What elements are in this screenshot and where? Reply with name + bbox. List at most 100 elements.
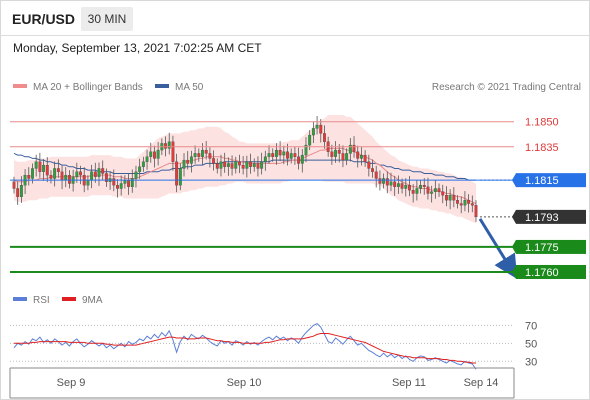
candle-body [167, 141, 171, 149]
candle-body [12, 181, 16, 189]
candle-body [260, 161, 264, 169]
candle-body [470, 203, 474, 206]
price-plot [12, 115, 518, 280]
candle-body [404, 185, 408, 189]
x-tick-label-3: Sep 14 [464, 377, 499, 389]
candle-body [286, 151, 289, 159]
candle-body [16, 188, 20, 197]
candle-body [67, 174, 71, 184]
candle-body [382, 178, 386, 184]
candle-body [123, 179, 127, 184]
candle-body [371, 168, 374, 172]
candle-body [175, 161, 179, 186]
level-label-1.1850: 1.1850 [525, 117, 559, 129]
ma20-legend-swatch [13, 84, 27, 88]
rsi-line [13, 322, 477, 370]
candle-body [42, 164, 46, 172]
candle-body [426, 186, 430, 194]
candle-body [415, 188, 419, 194]
candle-body [330, 151, 334, 157]
candle-body [226, 163, 230, 167]
candle-body [430, 191, 434, 194]
level-label-pointer-1.1815 [512, 173, 516, 188]
rsi-legend-swatch [13, 297, 27, 301]
x-axis: Sep 9 Sep 10 Sep 11 Sep 14 [9, 367, 515, 399]
ma20-legend-label: MA 20 + Bollinger Bands [33, 82, 143, 93]
level-label-1.1775: 1.1775 [525, 242, 559, 254]
candle-body [193, 153, 197, 157]
level-label-pointer-1.1760 [512, 264, 516, 279]
rsi-legend: RSI 9MA [13, 295, 103, 306]
candle-body [19, 185, 23, 197]
candle-body [300, 154, 304, 164]
candle-body [444, 195, 448, 201]
candle-body [408, 185, 411, 191]
candle-body [212, 158, 216, 164]
candle-body [45, 164, 49, 176]
candle-body [101, 168, 105, 174]
candle-body [252, 163, 256, 167]
candle-body [419, 185, 423, 189]
candle-body [171, 141, 175, 162]
candle-body [274, 149, 278, 157]
x-tick-label-0: Sep 9 [57, 377, 86, 389]
candle-body [178, 168, 182, 186]
candle-body [116, 185, 119, 189]
candle-body [204, 149, 208, 154]
candle-body [238, 161, 241, 166]
candle-body [64, 174, 68, 181]
candle-body [267, 153, 271, 157]
candle-body [249, 161, 252, 167]
ma50-legend-label: MA 50 [175, 82, 204, 93]
candle-body [396, 183, 400, 187]
candle-body [256, 163, 260, 169]
candle-body [201, 149, 204, 157]
candle-body [363, 154, 367, 162]
candle-body [134, 171, 138, 179]
candle-body [411, 190, 415, 194]
x-tick-label-1: Sep 10 [227, 377, 262, 389]
level-label-1.1835: 1.1835 [525, 142, 559, 154]
candle-body [49, 174, 53, 179]
candle-body [359, 154, 363, 159]
rsi-tick-label-30: 30 [525, 356, 537, 368]
candle-body [119, 183, 123, 189]
forecast-arrow [478, 218, 518, 280]
candle-body [393, 181, 397, 187]
rsi-ma-legend-swatch [62, 297, 76, 301]
candle-body [271, 153, 275, 157]
candle-body [75, 171, 79, 177]
copyright-text: Research © 2021 Trading Central [432, 82, 581, 93]
level-label-pointer-1.1775 [512, 239, 516, 254]
level-label-1.1760: 1.1760 [525, 267, 559, 279]
rsi-legend-label: RSI [33, 295, 50, 306]
candle-body [319, 124, 323, 134]
candle-body [197, 153, 201, 157]
candle-body [31, 168, 34, 179]
candle-body [156, 149, 160, 159]
candle-body [145, 156, 149, 162]
candle-body [448, 195, 452, 201]
candle-body [374, 171, 378, 179]
candle-body [97, 168, 101, 177]
candle-body [138, 166, 142, 172]
candle-body [219, 161, 223, 169]
candle-body [79, 171, 82, 176]
candle-body [345, 153, 349, 161]
candle-body [182, 159, 186, 169]
candle-body [278, 149, 282, 156]
price-chart: MA 20 + Bollinger Bands MA 50 Research ©… [9, 82, 586, 399]
candle-body [311, 128, 315, 136]
candle-body [385, 178, 389, 186]
candle-body [463, 200, 467, 206]
candle-body [241, 164, 245, 169]
candle-body [234, 161, 238, 169]
candle-body [452, 195, 456, 201]
candle-body [127, 179, 131, 187]
candle-body [245, 161, 249, 169]
candle-body [230, 163, 234, 169]
candle-body [308, 134, 312, 146]
candle-body [433, 188, 437, 192]
candle-body [289, 153, 293, 159]
candle-body [38, 161, 42, 172]
